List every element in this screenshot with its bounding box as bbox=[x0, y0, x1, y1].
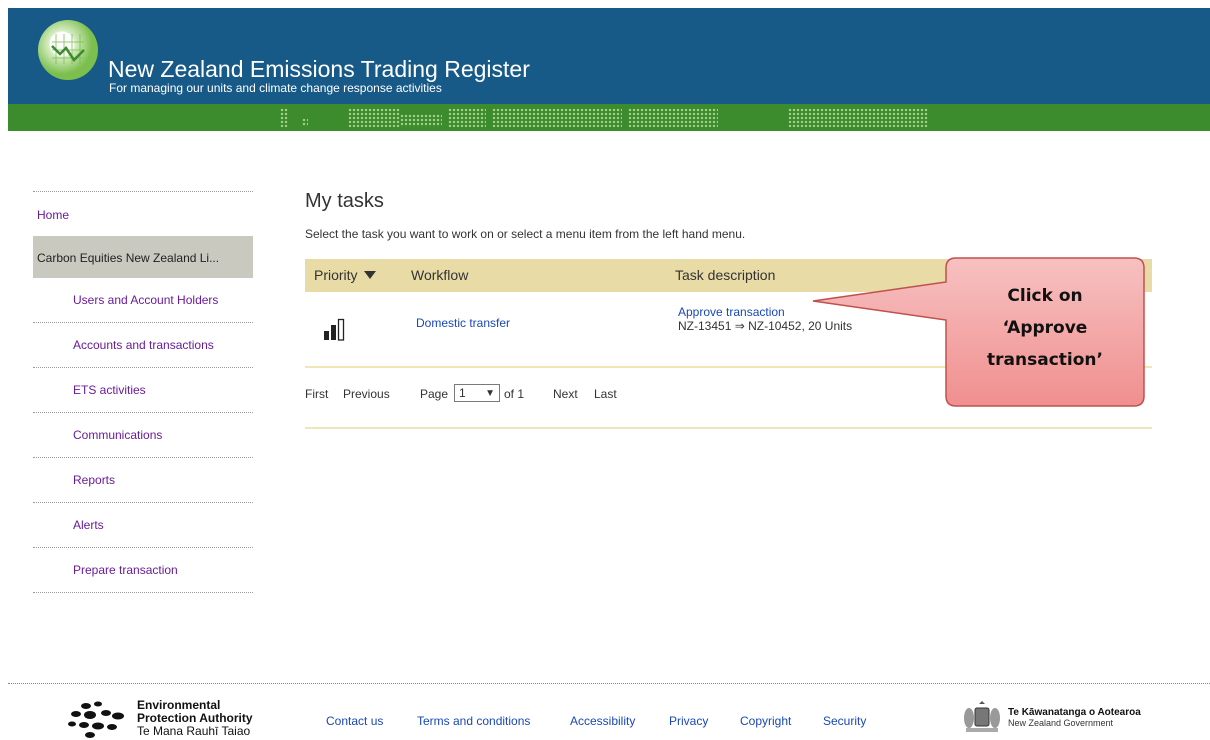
nz-government-name: New Zealand Government bbox=[1008, 718, 1114, 728]
nz-coat-of-arms-icon[interactable] bbox=[960, 700, 1004, 740]
page-instruction: Select the task you want to work on or s… bbox=[305, 227, 746, 241]
epa-line-2: Protection Authority bbox=[137, 711, 253, 725]
callout-line-2: ‘Approve bbox=[1002, 318, 1088, 338]
callout-line-1: Click on bbox=[1007, 286, 1083, 306]
map-dots bbox=[348, 108, 400, 127]
climate-chart-logo-icon[interactable] bbox=[38, 20, 98, 80]
epa-line-3: Te Mana Rauhī Taiao bbox=[137, 724, 251, 738]
nav-home[interactable]: Home bbox=[33, 192, 253, 236]
footer-link-accessibility[interactable]: Accessibility bbox=[570, 714, 635, 728]
page-title: My tasks bbox=[305, 190, 384, 212]
epa-logo-icon[interactable] bbox=[68, 700, 130, 740]
table-bottom-rule bbox=[305, 427, 1152, 429]
nav-communications[interactable]: Communications bbox=[33, 413, 253, 457]
pager-first[interactable]: First bbox=[305, 387, 328, 401]
footer-link-security[interactable]: Security bbox=[823, 714, 866, 728]
workflow-column-header: Workflow bbox=[411, 267, 469, 283]
priority-bars-icon bbox=[323, 318, 349, 347]
footer-link-contact[interactable]: Contact us bbox=[326, 714, 383, 728]
page-select[interactable]: 1 ▼ bbox=[454, 384, 500, 402]
pager-previous[interactable]: Previous bbox=[343, 387, 390, 401]
chevron-down-icon: ▼ bbox=[485, 388, 495, 399]
pager-page-label: Page bbox=[420, 387, 449, 401]
site-subtitle: For managing our units and climate chang… bbox=[109, 81, 442, 95]
map-dots bbox=[788, 108, 928, 127]
footer-link-copyright[interactable]: Copyright bbox=[740, 714, 791, 728]
map-dots bbox=[448, 108, 486, 127]
nav-divider bbox=[33, 592, 253, 593]
nav-users-and-account-holders[interactable]: Users and Account Holders bbox=[33, 278, 253, 322]
footer-divider bbox=[8, 683, 1210, 684]
pager-last[interactable]: Last bbox=[594, 387, 617, 401]
nav-reports[interactable]: Reports bbox=[33, 458, 253, 502]
map-dots bbox=[400, 114, 442, 127]
priority-column-header[interactable]: Priority bbox=[314, 267, 376, 283]
callout-line-3: transaction’ bbox=[987, 350, 1103, 370]
map-dots bbox=[628, 108, 718, 127]
left-nav: Home Carbon Equities New Zealand Li... U… bbox=[33, 191, 253, 593]
site-header: New Zealand Emissions Trading Register F… bbox=[8, 8, 1210, 104]
workflow-link[interactable]: Domestic transfer bbox=[416, 316, 510, 330]
site-title: New Zealand Emissions Trading Register bbox=[108, 56, 530, 82]
nav-accounts-and-transactions[interactable]: Accounts and transactions bbox=[33, 323, 253, 367]
epa-name: Environmental Protection Authority Te Ma… bbox=[137, 699, 253, 738]
sort-desc-icon[interactable] bbox=[363, 271, 376, 279]
callout-text: Click on ‘Approve transaction’ bbox=[945, 280, 1145, 376]
nav-prepare-transaction[interactable]: Prepare transaction bbox=[33, 548, 253, 592]
pager-next[interactable]: Next bbox=[553, 387, 578, 401]
map-dots bbox=[302, 118, 308, 127]
pager-of-total: of 1 bbox=[504, 387, 525, 401]
page-select-value: 1 bbox=[459, 386, 466, 400]
map-dots bbox=[280, 108, 288, 127]
footer-link-terms[interactable]: Terms and conditions bbox=[417, 714, 530, 728]
map-dots bbox=[492, 108, 622, 127]
nav-alerts[interactable]: Alerts bbox=[33, 503, 253, 547]
nav-organisation[interactable]: Carbon Equities New Zealand Li... bbox=[33, 236, 253, 278]
footer-link-privacy[interactable]: Privacy bbox=[669, 714, 708, 728]
world-map-band bbox=[8, 104, 1210, 131]
nav-ets-activities[interactable]: ETS activities bbox=[33, 368, 253, 412]
nz-government-maori-name: Te Kāwanatanga o Aotearoa bbox=[1008, 707, 1141, 718]
priority-header-label: Priority bbox=[314, 267, 358, 283]
epa-line-1: Environmental bbox=[137, 698, 221, 712]
